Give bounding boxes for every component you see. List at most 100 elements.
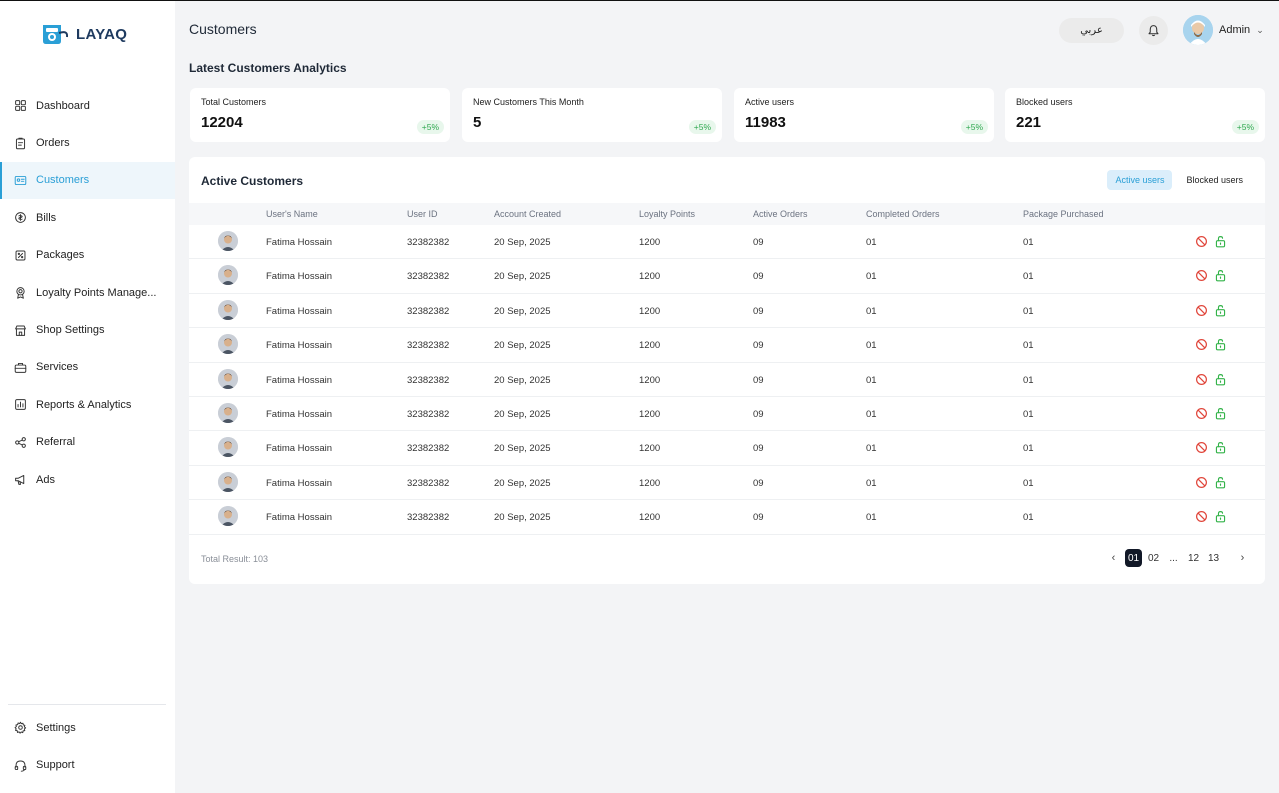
cell-name: Fatima Hossain bbox=[266, 477, 332, 489]
sidebar-item-ads[interactable]: Ads bbox=[0, 461, 175, 498]
sidebar-item-customers[interactable]: Customers bbox=[0, 161, 175, 200]
avatar bbox=[218, 299, 238, 320]
cell-package: 01 bbox=[1023, 374, 1034, 386]
tab-blocked-users[interactable]: Blocked users bbox=[1178, 170, 1251, 190]
table-row[interactable]: Fatima Hossain 32382382 20 Sep, 2025 1200 09… bbox=[189, 363, 1265, 397]
user-name: Admin bbox=[1219, 24, 1251, 36]
unlock-icon[interactable] bbox=[1214, 441, 1227, 454]
cell-points: 1200 bbox=[639, 408, 661, 420]
next-page-button[interactable]: › bbox=[1234, 549, 1251, 567]
block-user-icon[interactable] bbox=[1195, 338, 1208, 351]
sidebar-item-label: Customers bbox=[36, 174, 90, 187]
column-header-active-orders[interactable]: Active Orders bbox=[753, 209, 808, 219]
sidebar-item-orders[interactable]: Orders bbox=[0, 124, 175, 161]
user-menu[interactable]: Admin ⌄ bbox=[1183, 15, 1264, 45]
block-user-icon[interactable] bbox=[1195, 373, 1208, 386]
language-toggle-button[interactable]: عربي bbox=[1059, 18, 1124, 43]
share-icon bbox=[15, 436, 26, 448]
sidebar-item-loyalty-points-manage[interactable]: Loyalty Points Manage... bbox=[0, 274, 175, 311]
table-body: Fatima Hossain 32382382 20 Sep, 2025 1200 09… bbox=[189, 225, 1265, 535]
sidebar-item-support[interactable]: Support bbox=[0, 746, 175, 783]
cell-id: 32382382 bbox=[407, 374, 450, 386]
unlock-icon[interactable] bbox=[1214, 510, 1227, 523]
column-header-name[interactable]: User's Name bbox=[266, 209, 318, 219]
stat-label: Active users bbox=[745, 97, 795, 107]
user-photo-icon bbox=[218, 402, 238, 423]
table-row[interactable]: Fatima Hossain 32382382 20 Sep, 2025 1200 09… bbox=[189, 431, 1265, 466]
cell-name: Fatima Hossain bbox=[266, 512, 332, 524]
cell-active: 09 bbox=[753, 340, 764, 352]
medal-icon bbox=[16, 287, 25, 299]
table-row[interactable]: Fatima Hossain 32382382 20 Sep, 2025 1200 09… bbox=[189, 397, 1265, 432]
user-photo-icon bbox=[218, 471, 238, 492]
avatar bbox=[218, 231, 238, 251]
block-user-icon[interactable] bbox=[1195, 304, 1208, 317]
store-icon bbox=[15, 325, 26, 336]
block-user-icon[interactable] bbox=[1195, 269, 1208, 282]
unlock-icon[interactable] bbox=[1214, 235, 1227, 248]
sidebar-item-shop-settings[interactable]: Shop Settings bbox=[0, 311, 175, 348]
sidebar: LAYAQ Dashboard Orders Customers Bills Packa… bbox=[0, 1, 175, 793]
unlock-icon[interactable] bbox=[1214, 269, 1227, 282]
cell-created: 20 Sep, 2025 bbox=[494, 271, 551, 283]
unlock-icon[interactable] bbox=[1214, 476, 1227, 489]
cell-completed: 01 bbox=[866, 408, 877, 420]
page-button[interactable]: 13 bbox=[1205, 549, 1222, 567]
sidebar-item-dashboard[interactable]: Dashboard bbox=[0, 87, 175, 124]
stat-label: Total Customers bbox=[201, 97, 267, 107]
block-user-icon[interactable] bbox=[1195, 407, 1208, 420]
page-button[interactable]: 02 bbox=[1145, 549, 1162, 567]
column-header-package-purchased[interactable]: Package Purchased bbox=[1023, 209, 1104, 219]
page-button[interactable]: 01 bbox=[1125, 549, 1142, 567]
prev-page-button[interactable]: ‹ bbox=[1105, 549, 1122, 567]
column-header-completed-orders[interactable]: Completed Orders bbox=[866, 209, 940, 219]
table-row[interactable]: Fatima Hossain 32382382 20 Sep, 2025 1200 09… bbox=[189, 259, 1265, 294]
unlock-icon[interactable] bbox=[1214, 304, 1227, 317]
column-header-account-created[interactable]: Account Created bbox=[494, 209, 561, 219]
cell-package: 01 bbox=[1023, 477, 1034, 489]
cell-created: 20 Sep, 2025 bbox=[494, 237, 551, 248]
block-user-icon[interactable] bbox=[1195, 441, 1208, 454]
tab-active-users[interactable]: Active users bbox=[1107, 170, 1173, 190]
table-row[interactable]: Fatima Hossain 32382382 20 Sep, 2025 1200 09… bbox=[189, 294, 1265, 329]
cell-active: 09 bbox=[753, 408, 764, 420]
unlock-icon[interactable] bbox=[1214, 373, 1227, 386]
block-user-icon[interactable] bbox=[1195, 510, 1208, 523]
table-row[interactable]: Fatima Hossain 32382382 20 Sep, 2025 1200 09… bbox=[189, 466, 1265, 501]
sidebar-item-reports-analytics[interactable]: Reports & Analytics bbox=[0, 386, 175, 423]
cell-id: 32382382 bbox=[407, 271, 450, 283]
table-row[interactable]: Fatima Hossain 32382382 20 Sep, 2025 1200 09… bbox=[189, 225, 1265, 260]
sidebar-item-label: Loyalty Points Manage... bbox=[36, 286, 157, 299]
column-header-loyalty-points[interactable]: Loyalty Points bbox=[639, 209, 695, 219]
cell-package: 01 bbox=[1023, 340, 1034, 352]
stat-value: 221 bbox=[1016, 114, 1042, 131]
cell-active: 09 bbox=[753, 374, 764, 386]
user-photo-icon bbox=[218, 265, 238, 286]
sidebar-item-settings[interactable]: Settings bbox=[0, 709, 175, 746]
cell-created: 20 Sep, 2025 bbox=[494, 443, 551, 455]
logo-text: LAYAQ bbox=[76, 25, 128, 43]
unlock-icon[interactable] bbox=[1214, 407, 1227, 420]
block-user-icon[interactable] bbox=[1195, 476, 1208, 489]
sidebar-item-bills[interactable]: Bills bbox=[0, 199, 175, 236]
block-user-icon[interactable] bbox=[1195, 235, 1208, 248]
unlock-icon[interactable] bbox=[1214, 338, 1227, 351]
column-header-user-id[interactable]: User ID bbox=[407, 209, 438, 219]
headset-icon bbox=[14, 760, 27, 772]
table-row[interactable]: Fatima Hossain 32382382 20 Sep, 2025 1200 09… bbox=[189, 500, 1265, 535]
user-photo-icon bbox=[218, 231, 238, 251]
stat-label: Blocked users bbox=[1016, 97, 1073, 107]
logo[interactable]: LAYAQ bbox=[40, 21, 127, 47]
notifications-button[interactable] bbox=[1139, 16, 1168, 45]
sidebar-item-referral[interactable]: Referral bbox=[0, 424, 175, 461]
cell-name: Fatima Hossain bbox=[266, 305, 332, 317]
page-button[interactable]: 12 bbox=[1185, 549, 1202, 567]
sidebar-item-label: Referral bbox=[36, 436, 76, 449]
table-row[interactable]: Fatima Hossain 32382382 20 Sep, 2025 1200 09… bbox=[189, 328, 1265, 363]
sidebar-item-label: Support bbox=[36, 759, 75, 772]
sidebar-item-services[interactable]: Services bbox=[0, 349, 175, 386]
sidebar-item-packages[interactable]: Packages bbox=[0, 237, 175, 274]
user-photo-icon bbox=[218, 437, 238, 458]
sidebar-item-label: Packages bbox=[36, 249, 85, 262]
user-photo-icon bbox=[218, 368, 238, 389]
